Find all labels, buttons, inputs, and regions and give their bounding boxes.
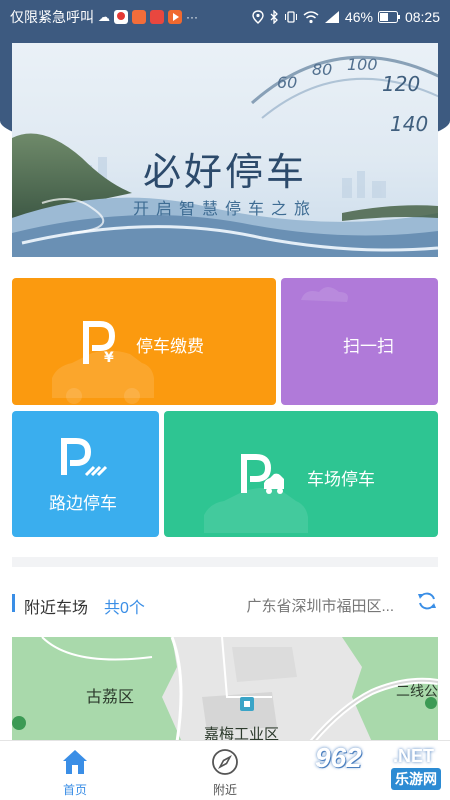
parking-payment-button[interactable]: ¥ 停车缴费 [12, 278, 276, 405]
roadside-parking-label: 路边停车 [49, 494, 117, 513]
nav-nearby-label: 附近 [212, 783, 237, 797]
svg-text:60: 60 [277, 73, 297, 92]
cloud-icon: ☁ [98, 10, 110, 24]
svg-text:¥: ¥ [104, 350, 114, 366]
wifi-icon [303, 11, 319, 24]
nearby-title: 附近车场 [24, 600, 89, 617]
watermark-number: 962 [315, 742, 362, 773]
bluetooth-icon [270, 10, 278, 24]
signal-icon [324, 11, 339, 23]
scan-label: 扫一扫 [343, 337, 394, 356]
current-address[interactable]: 广东省深圳市福田区... [246, 595, 394, 616]
banner[interactable]: 60 80 100 120 140 必好停车 开启智慧停车之旅 [12, 43, 438, 257]
vibrate-icon [284, 11, 297, 23]
status-bar: 仅限紧急呼叫 ☁ ··· 46% 08:25 [0, 0, 450, 34]
svg-text:140: 140 [390, 112, 428, 136]
home-icon [63, 750, 87, 774]
watermark-domain: .NET [393, 746, 435, 766]
refresh-icon[interactable] [416, 590, 438, 612]
nav-nearby[interactable]: 附近 [180, 741, 270, 800]
parking-lot-button[interactable]: 车场停车 [164, 411, 438, 537]
map-pin-app-icon [114, 10, 128, 24]
bird-app-icon [132, 10, 146, 24]
play-app-icon [168, 10, 182, 24]
carrier-text: 仅限紧急呼叫 [10, 9, 94, 25]
parking-roadside-icon [61, 438, 108, 477]
section-accent-bar [12, 594, 15, 612]
compass-icon [212, 749, 238, 775]
battery-icon [377, 11, 400, 23]
watermark-logo: 962 .NET 乐游网 [315, 742, 450, 800]
banner-title: 必好停车 [142, 152, 307, 194]
parking-car-icon [241, 454, 284, 494]
nearby-map[interactable]: 古荔区 嘉梅工业区 二线公 [12, 637, 438, 742]
svg-text:120: 120 [382, 72, 420, 96]
clock-time: 08:25 [404, 9, 440, 25]
nearby-count: 共0个 [104, 600, 145, 617]
svg-text:100: 100 [347, 55, 378, 74]
game-app-icon [150, 10, 164, 24]
location-icon [252, 10, 264, 24]
parking-yen-icon: ¥ [83, 321, 116, 366]
svg-text:80: 80 [312, 60, 332, 79]
map-label-road: 二线公 [396, 683, 438, 699]
banner-subtitle: 开启智慧停车之旅 [132, 201, 317, 218]
battery-percent: 46% [344, 9, 373, 25]
scan-button[interactable]: 扫一扫 [281, 278, 438, 405]
nav-home[interactable]: 首页 [30, 741, 120, 800]
map-label-district: 古荔区 [86, 689, 135, 706]
nav-home-label: 首页 [62, 783, 87, 797]
parking-payment-label: 停车缴费 [136, 337, 204, 356]
roadside-parking-button[interactable]: 路边停车 [12, 411, 159, 537]
watermark-name: 乐游网 [391, 768, 441, 790]
parking-lot-label: 车场停车 [307, 470, 375, 489]
car-silhouette-icon [204, 488, 308, 533]
more-dots-icon: ··· [186, 10, 198, 24]
section-divider [12, 557, 438, 567]
